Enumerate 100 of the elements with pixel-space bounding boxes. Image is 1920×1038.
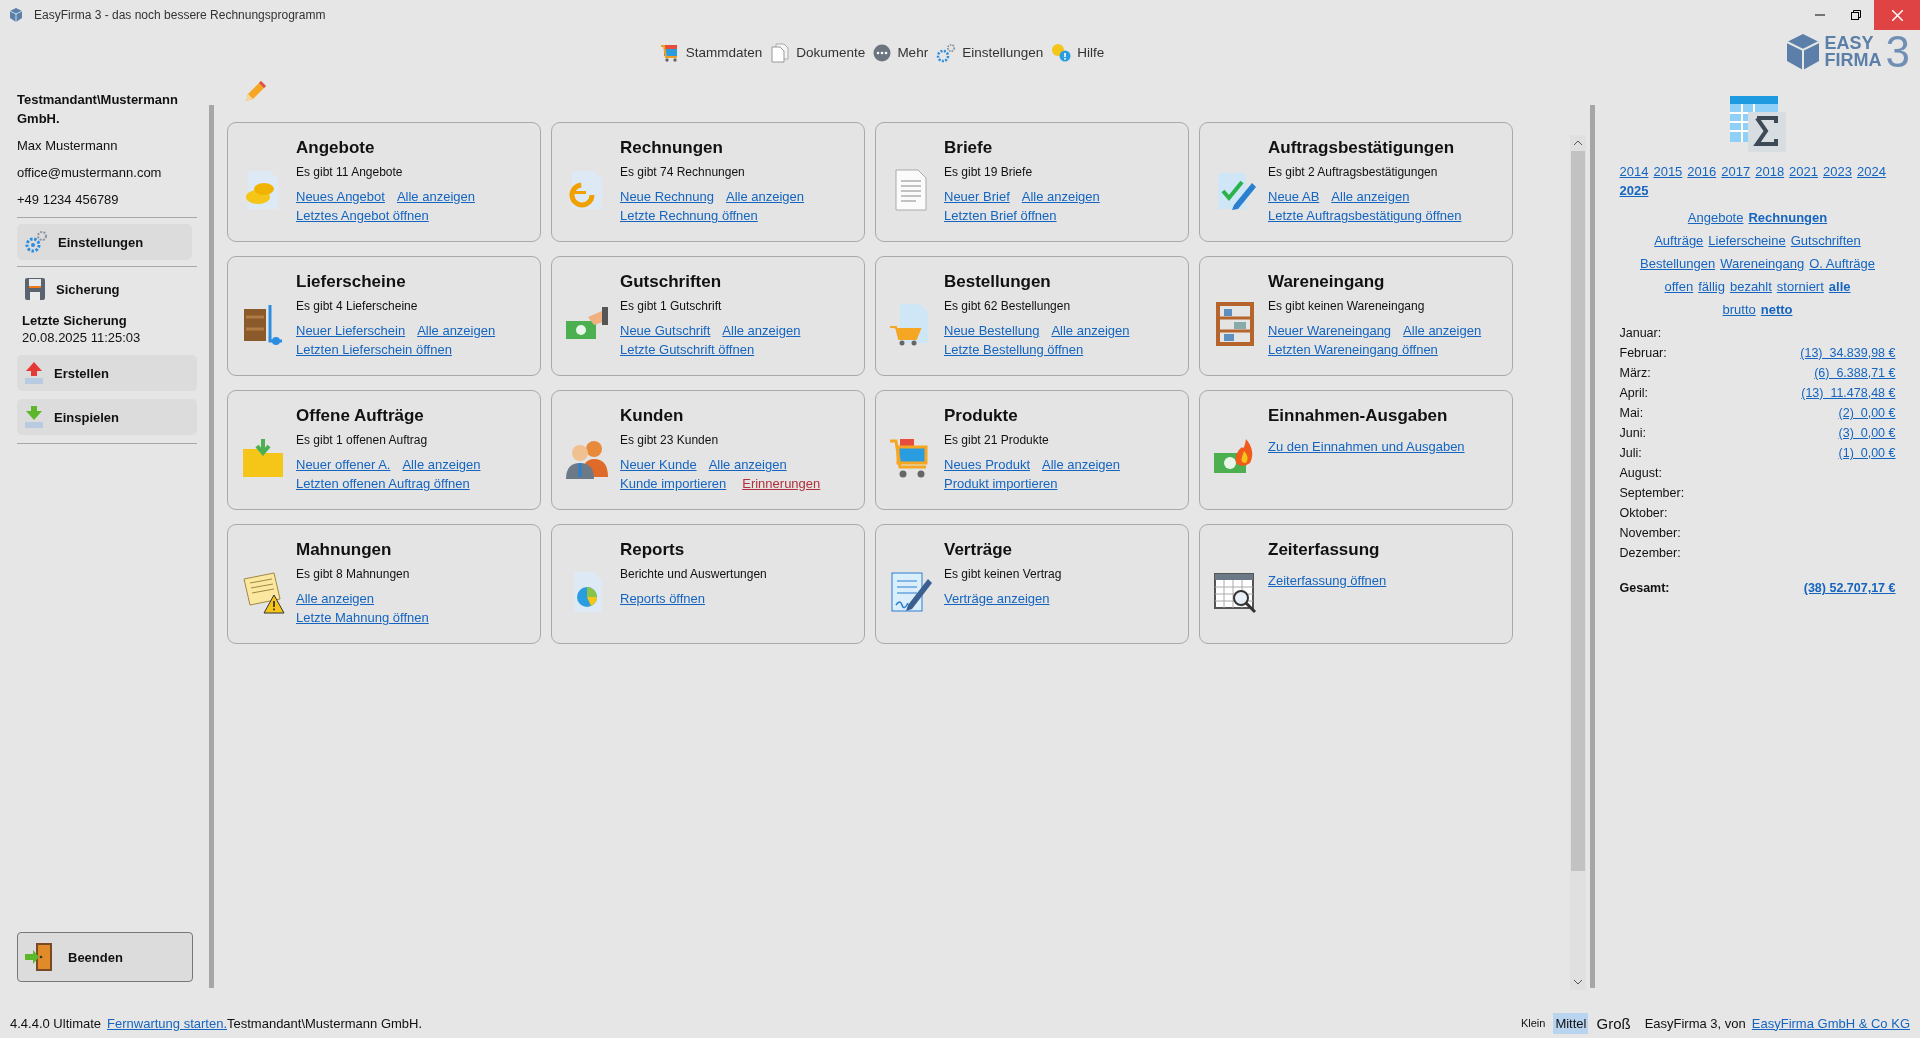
card-link[interactable]: Neue AB xyxy=(1268,187,1320,206)
font-size-option[interactable]: Mittel xyxy=(1553,1012,1589,1034)
card-title: Gutschriften xyxy=(620,271,723,293)
card-link[interactable]: Verträge anzeigen xyxy=(944,589,1050,608)
card-link[interactable]: Letzte Rechnung öffnen xyxy=(620,206,758,225)
filter-link[interactable]: Bestellungen xyxy=(1640,252,1716,275)
card-link[interactable]: Alle anzeigen xyxy=(708,455,787,474)
card-link[interactable]: Alle anzeigen xyxy=(1331,187,1410,206)
card-link[interactable]: Kunde importieren xyxy=(620,474,727,493)
toolbar-button[interactable]: Dokumente xyxy=(770,42,866,63)
filter-link[interactable]: alle xyxy=(1828,275,1851,298)
card-link[interactable]: Neuer offener A. xyxy=(296,455,391,474)
card-link[interactable]: Neues Produkt xyxy=(944,455,1030,474)
filter-link[interactable]: netto xyxy=(1760,298,1793,321)
cart-icon xyxy=(659,42,680,63)
year-link[interactable]: 2017 xyxy=(1721,162,1751,181)
month-amount-link[interactable]: (3) 0,00 € xyxy=(1838,423,1896,443)
card-link[interactable]: Letzte Gutschrift öffnen xyxy=(620,340,755,359)
year-link[interactable]: 2021 xyxy=(1789,162,1819,181)
card-link[interactable]: Produkt importieren xyxy=(944,474,1058,493)
year-link[interactable]: 2018 xyxy=(1755,162,1785,181)
card-link[interactable]: Letztes Angebot öffnen xyxy=(296,206,429,225)
card-link[interactable]: Alle anzeigen xyxy=(1042,455,1121,474)
card-link[interactable]: Alle anzeigen xyxy=(417,321,496,340)
year-link[interactable]: 2024 xyxy=(1856,162,1886,181)
year-link[interactable]: 2025 xyxy=(1619,181,1649,200)
settings-button[interactable]: Einstellungen xyxy=(17,224,192,260)
month-amount-link[interactable]: (13) 34.839,98 € xyxy=(1800,343,1896,363)
filter-link[interactable]: O. Aufträge xyxy=(1809,252,1875,275)
month-label: August: xyxy=(1619,465,1662,482)
app-cube-icon xyxy=(8,7,24,23)
card-link[interactable]: Neue Gutschrift xyxy=(620,321,711,340)
card-link[interactable]: Letzte Bestellung öffnen xyxy=(944,340,1084,359)
filter-link[interactable]: offen xyxy=(1664,275,1694,298)
card-count: Es gibt 23 Kunden xyxy=(620,432,720,449)
more-button[interactable]: Mehr xyxy=(873,43,929,62)
documents-icon xyxy=(770,42,791,63)
font-size-option[interactable]: Klein xyxy=(1518,1014,1548,1032)
toolbar-button[interactable]: Hilfe xyxy=(1051,42,1105,63)
card-link[interactable]: Reports öffnen xyxy=(620,589,706,608)
card-link[interactable]: Letzten Lieferschein öffnen xyxy=(296,340,452,359)
month-label: November: xyxy=(1619,525,1681,542)
font-size-option[interactable]: Groß xyxy=(1594,1011,1633,1035)
card-link[interactable]: Alle anzeigen xyxy=(396,187,475,206)
month-amount-link[interactable]: (2) 0,00 € xyxy=(1838,403,1896,423)
filter-link[interactable]: Lieferscheine xyxy=(1708,229,1786,252)
card-link[interactable]: Alle anzeigen xyxy=(725,187,805,206)
card-title: Produkte xyxy=(944,405,1019,427)
total-amount-link[interactable]: (38) 52.707,17 € xyxy=(1803,578,1896,598)
card-link[interactable]: Zu den Einnahmen und Ausgaben xyxy=(1268,437,1465,456)
year-link[interactable]: 2015 xyxy=(1653,162,1683,181)
card-link[interactable]: Alle anzeigen xyxy=(1403,321,1482,340)
year-link[interactable]: 2016 xyxy=(1687,162,1717,181)
create-backup-button[interactable]: Erstellen xyxy=(17,355,197,391)
card-link[interactable]: Letzte Mahnung öffnen xyxy=(296,608,429,627)
scroll-down-icon[interactable] xyxy=(1573,978,1583,986)
toolbar-button[interactable]: Einstellungen xyxy=(936,42,1044,63)
restore-backup-button[interactable]: Einspielen xyxy=(17,399,197,435)
card-link[interactable]: Zeiterfassung öffnen xyxy=(1268,571,1387,590)
card-link[interactable]: Letzten Wareneingang öffnen xyxy=(1268,340,1438,359)
card-link[interactable]: Alle anzeigen xyxy=(296,589,375,608)
card-link[interactable]: Letzten offenen Auftrag öffnen xyxy=(296,474,470,493)
year-link[interactable]: 2023 xyxy=(1823,162,1852,181)
card-link[interactable]: Erinnerungen xyxy=(742,474,821,493)
card-link[interactable]: Alle anzeigen xyxy=(1051,321,1130,340)
last-backup-time: 20.08.2025 11:25:03 xyxy=(21,330,142,345)
credit-text: EasyFirma 3, von xyxy=(1644,1015,1746,1031)
card-link[interactable]: Alle anzeigen xyxy=(1021,187,1100,206)
filter-link[interactable]: Rechnungen xyxy=(1748,206,1828,229)
month-amount-link[interactable]: (13) 11.478,48 € xyxy=(1801,383,1896,403)
year-link[interactable]: 2014 xyxy=(1619,162,1649,181)
card-link[interactable]: Neuer Lieferschein xyxy=(296,321,406,340)
filter-link[interactable]: Angebote xyxy=(1687,206,1744,229)
spreadsheet-sum-icon xyxy=(1727,94,1788,154)
filter-link[interactable]: Aufträge xyxy=(1654,229,1704,252)
card-link[interactable]: Neuer Brief xyxy=(944,187,1010,206)
card-link[interactable]: Neue Bestellung xyxy=(944,321,1040,340)
scrollbar[interactable] xyxy=(1570,135,1586,990)
card-link[interactable]: Alle anzeigen xyxy=(402,455,481,474)
card-link[interactable]: Letzten Brief öffnen xyxy=(944,206,1057,225)
filter-link[interactable]: fällig xyxy=(1698,275,1725,298)
card-link[interactable]: Neuer Wareneingang xyxy=(1268,321,1392,340)
card-link[interactable]: Neuer Kunde xyxy=(620,455,697,474)
filter-link[interactable]: brutto xyxy=(1722,298,1756,321)
pencil-icon[interactable] xyxy=(243,78,269,104)
scroll-up-icon[interactable] xyxy=(1573,139,1583,147)
remote-support-link[interactable]: Fernwartung starten. xyxy=(107,1015,227,1031)
filter-link[interactable]: bezahlt xyxy=(1729,275,1772,298)
quit-button[interactable]: Beenden xyxy=(17,932,193,982)
toolbar-button[interactable]: Stammdaten xyxy=(659,42,763,63)
card-link[interactable]: Neues Angebot xyxy=(296,187,385,206)
filter-link[interactable]: storniert xyxy=(1776,275,1824,298)
month-amount-link[interactable]: (6) 6.388,71 € xyxy=(1814,363,1896,383)
filter-link[interactable]: Wareneingang xyxy=(1720,252,1805,275)
card-link[interactable]: Alle anzeigen xyxy=(722,321,801,340)
card-link[interactable]: Neue Rechnung xyxy=(620,187,714,206)
filter-link[interactable]: Gutschriften xyxy=(1790,229,1861,252)
month-amount-link[interactable]: (1) 0,00 € xyxy=(1838,443,1896,463)
company-link[interactable]: EasyFirma GmbH & Co KG xyxy=(1751,1015,1910,1031)
card-link[interactable]: Letzte Auftragsbestätigung öffnen xyxy=(1268,206,1462,225)
